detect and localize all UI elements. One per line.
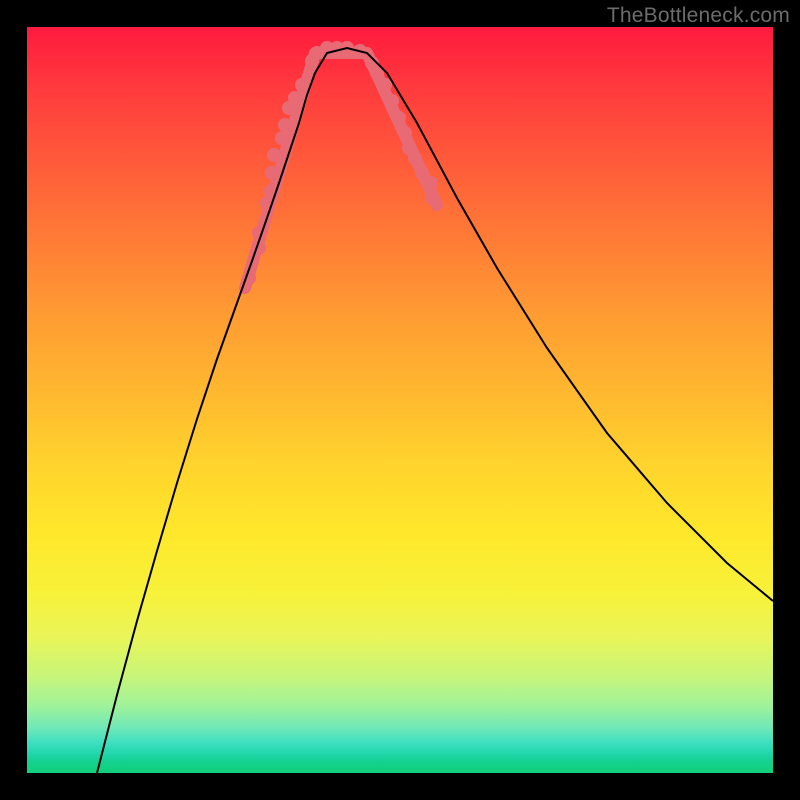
marker-dots-group: [242, 41, 439, 285]
watermark-text: TheBottleneck.com: [607, 4, 790, 28]
bottleneck-curve: [97, 48, 773, 773]
gradient-plot-area: [27, 27, 773, 773]
chart-svg: [27, 27, 773, 773]
thick-band: [245, 53, 437, 288]
